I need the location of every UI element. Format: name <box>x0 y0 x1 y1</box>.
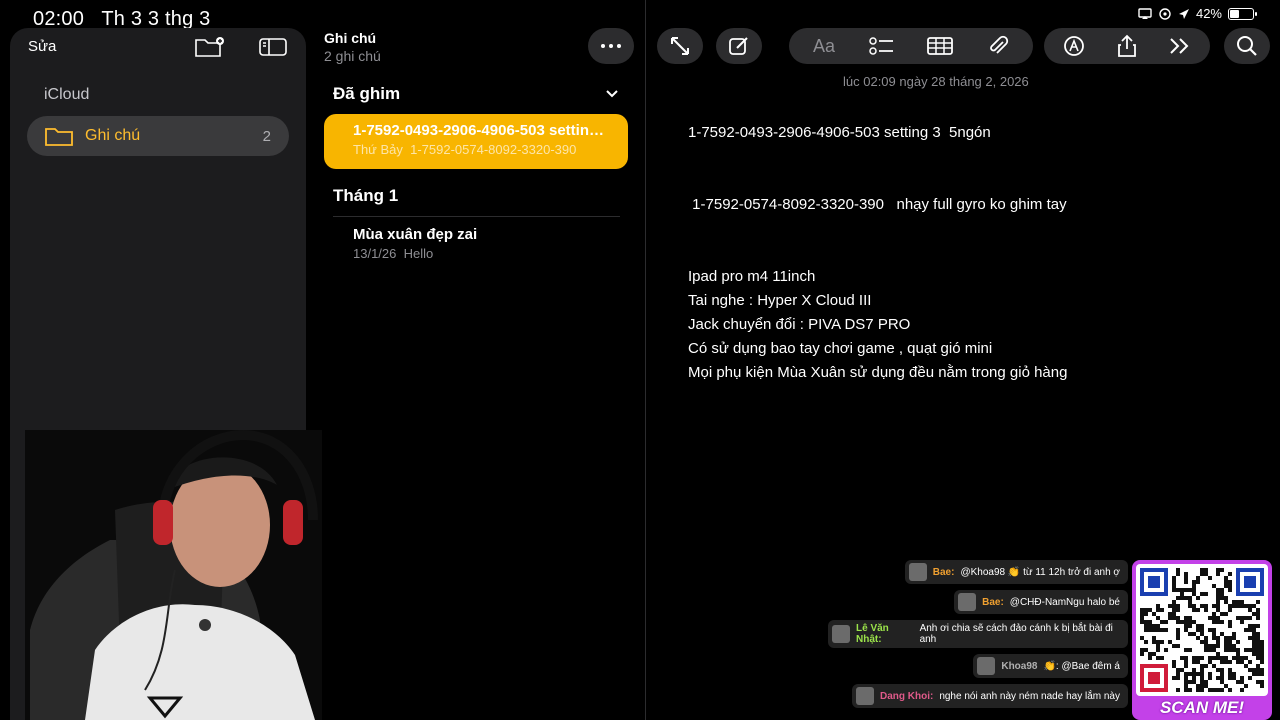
status-date: Th 3 3 thg 3 <box>101 8 211 30</box>
note-line <box>688 145 1067 169</box>
expand-icon <box>671 37 689 55</box>
note-line <box>688 169 1067 193</box>
avatar <box>855 687 874 705</box>
attachment-button[interactable] <box>978 28 1018 64</box>
checklist-icon <box>869 37 893 55</box>
scan-me-label: SCAN ME! <box>1159 698 1245 717</box>
note-line <box>688 217 1067 241</box>
chevron-double-right-icon <box>1169 38 1189 54</box>
location-icon <box>1178 8 1189 19</box>
chat-username: Khoa98 <box>1001 660 1038 672</box>
sidebar-icon <box>259 38 287 56</box>
ellipsis-icon <box>601 44 621 48</box>
wifi-icon <box>1159 7 1171 20</box>
chat-message: Bae: @Khoa98 👏 từ 11 12h trở đi anh ợ <box>904 560 1128 584</box>
search-button[interactable] <box>1224 28 1270 64</box>
list-subtitle: 2 ghi chú <box>324 48 381 64</box>
format-toolbar: Aa <box>789 28 1033 64</box>
note-line: Có sử dụng bao tay chơi game , quạt gió … <box>688 340 993 357</box>
note-line: 1-7592-0574-8092-3320-390 nhạy full gyro… <box>688 196 1067 213</box>
more-tools-button[interactable] <box>1160 28 1200 64</box>
sidebar-item-label: Ghi chú <box>85 127 141 144</box>
note-list: Ghi chú 2 ghi chú Đã ghim 1-7592-0493-29… <box>306 0 644 720</box>
chat-message: Bae: @CHĐ-NamNgu halo bé <box>954 590 1128 614</box>
note-timestamp: lúc 02:09 ngày 28 tháng 2, 2026 <box>843 74 1029 89</box>
table-button[interactable] <box>920 28 960 64</box>
note-line: 1-7592-0493-2906-4906-503 setting 3 5ngó… <box>688 124 991 141</box>
more-options-button[interactable] <box>588 28 634 64</box>
chat-text: @CHĐ-NamNgu halo bé <box>1009 596 1120 608</box>
note-title: Mùa xuân đẹp zai <box>353 226 478 243</box>
webcam-overlay <box>25 430 322 720</box>
chat-text: nghe nói anh này ném nade hay lắm này <box>939 690 1120 702</box>
chat-text: @Khoa98 👏 từ 11 12h trở đi anh ợ <box>960 566 1120 578</box>
chat-message: Dang Khoi: nghe nói anh này ném nade hay … <box>851 684 1128 708</box>
new-folder-icon <box>195 37 224 57</box>
paperclip-icon <box>990 35 1009 54</box>
live-chat: Bae: @Khoa98 👏 từ 11 12h trở đi anh ợ Bae:… <box>828 560 1128 708</box>
chat-username: Bae: <box>932 566 955 578</box>
note-meta: 13/1/26 Hello <box>353 246 434 261</box>
table-icon <box>927 37 953 55</box>
month-section-header: Tháng 1 <box>333 186 399 205</box>
divider <box>645 0 646 720</box>
avatar <box>977 657 996 675</box>
chat-text: Anh ơi chia sẽ cách đảo cánh k bị bắt bà… <box>919 623 1113 645</box>
avatar <box>908 563 927 581</box>
note-line: Tai nghe : Hyper X Cloud III <box>688 292 872 309</box>
folder-icon <box>45 128 73 146</box>
toggle-sidebar-button[interactable] <box>258 36 288 58</box>
battery-icon <box>1228 7 1257 20</box>
sidebar-item-notes[interactable]: Ghi chú 2 <box>27 116 289 156</box>
status-indicators: 42% <box>1138 6 1257 21</box>
new-folder-button[interactable] <box>194 36 224 58</box>
search-icon <box>1237 36 1257 56</box>
chat-message: Khoa98 👏: @Bae đêm á <box>973 654 1128 678</box>
chat-username: Bae: <box>982 596 1004 608</box>
actions-toolbar <box>1044 28 1210 64</box>
compose-icon <box>729 37 748 55</box>
chevron-down-icon[interactable] <box>606 88 618 100</box>
avatar <box>832 625 850 643</box>
share-icon <box>1118 34 1136 57</box>
sidebar-item-count: 2 <box>262 127 271 145</box>
markup-button[interactable] <box>1054 28 1094 64</box>
note-line: Ipad pro m4 11inch <box>688 268 816 285</box>
note-meta: Thứ Bảy 1-7592-0574-8092-3320-390 <box>353 142 577 157</box>
battery-percent: 42% <box>1195 6 1222 21</box>
chat-message: Lê Văn Nhật: Anh ơi chia sẽ cách đảo cánh… <box>828 620 1128 648</box>
pinned-note-card[interactable]: 1-7592-0493-2906-4906-503 setting 3 5ngó… <box>324 114 628 169</box>
edit-button[interactable]: Sửa <box>28 38 56 55</box>
chat-username: Dang Khoi: <box>879 690 934 702</box>
pinned-section-header[interactable]: Đã ghim <box>333 84 400 104</box>
compose-button[interactable] <box>716 28 762 64</box>
checklist-button[interactable] <box>862 28 902 64</box>
qr-code-icon <box>1136 564 1268 696</box>
list-title: Ghi chú <box>324 30 377 46</box>
note-line <box>688 241 1067 265</box>
sidebar-section-icloud[interactable]: iCloud <box>44 86 89 104</box>
screen-mirror-icon <box>1138 7 1152 19</box>
note-line: Jack chuyển đổi : PIVA DS7 PRO <box>688 316 911 333</box>
qr-code-panel: SCAN ME! <box>1132 560 1272 720</box>
expand-button[interactable] <box>657 28 703 64</box>
text-format-icon: Aa <box>812 35 836 56</box>
markup-icon <box>1064 36 1085 56</box>
chat-text: 👏: @Bae đêm á <box>1043 660 1120 672</box>
streamer-webcam-image <box>25 430 322 720</box>
note-title: 1-7592-0493-2906-4906-503 setting 3 5ngó… <box>353 122 612 139</box>
chat-username: Lê Văn Nhật: <box>856 623 889 645</box>
note-line: Mọi phụ kiện Mùa Xuân sử dụng đều nằm tr… <box>688 364 1068 381</box>
avatar <box>958 593 977 611</box>
share-button[interactable] <box>1107 28 1147 64</box>
divider <box>333 216 620 217</box>
format-button[interactable]: Aa <box>804 28 844 64</box>
note-body[interactable]: 1-7592-0493-2906-4906-503 setting 3 5ngó… <box>688 121 1067 385</box>
list-item[interactable]: Mùa xuân đẹp zai 13/1/26 Hello <box>353 226 477 261</box>
